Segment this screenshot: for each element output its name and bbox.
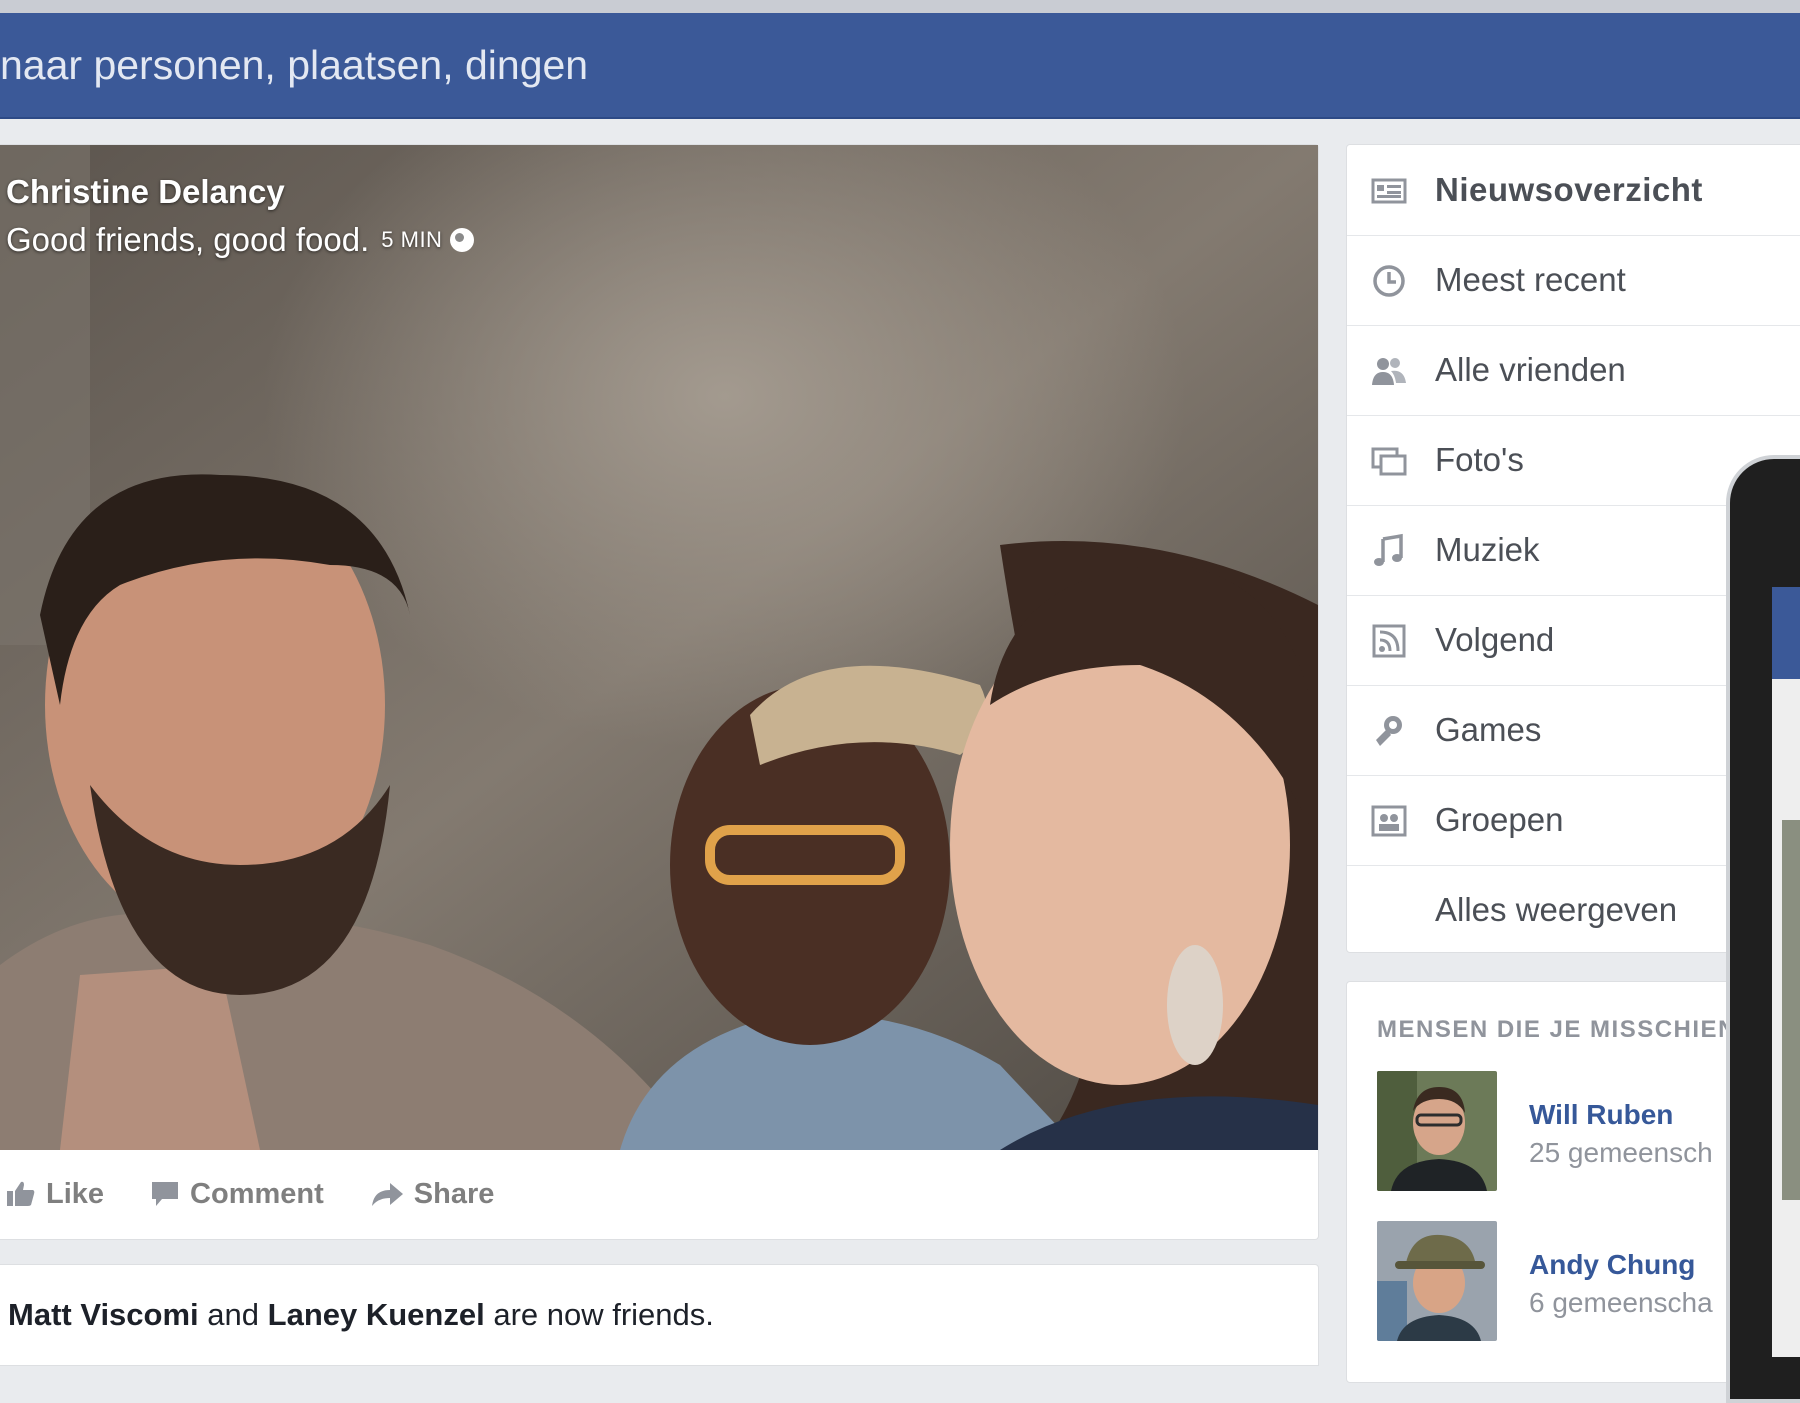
post-header: Christine Delancy Good friends, good foo… — [6, 173, 475, 259]
top-navigation-bar — [0, 13, 1800, 119]
clock-icon — [1373, 265, 1405, 297]
sidebar-item-label: Games — [1435, 711, 1542, 748]
browser-chrome-strip — [0, 0, 1800, 13]
news-feed-icon — [1371, 178, 1407, 204]
avatar[interactable] — [1377, 1221, 1497, 1341]
share-button[interactable]: Share — [370, 1177, 495, 1211]
phone-topbar — [1772, 587, 1800, 679]
comment-icon — [152, 1182, 179, 1206]
groups-icon — [1371, 805, 1407, 837]
friends-icon — [1372, 358, 1406, 385]
sidebar-item-label: Muziek — [1435, 531, 1540, 568]
connector-text: and — [207, 1297, 260, 1332]
sidebar-item-label: Alles weergeven — [1435, 891, 1678, 928]
sidebar-item-label: Alle vrienden — [1435, 351, 1626, 388]
post-timestamp[interactable]: 5 MIN — [381, 227, 442, 253]
pymk-mutual-friends[interactable]: 25 gemeensch — [1529, 1137, 1713, 1169]
like-label: Like — [46, 1177, 105, 1210]
sidebar-item-label: Volgend — [1435, 621, 1555, 658]
sidebar-item-label: Groepen — [1435, 801, 1564, 838]
friendship-suffix: are now friends. — [493, 1297, 714, 1332]
post-author-name[interactable]: Christine Delancy — [6, 173, 474, 211]
friend-name-1[interactable]: Matt Viscomi — [8, 1297, 199, 1332]
pymk-title: MENSEN DIE JE MISSCHIEN K — [1377, 1016, 1764, 1043]
sidebar-item-label: Meest recent — [1435, 261, 1626, 298]
comment-label: Comment — [190, 1177, 324, 1210]
music-icon — [1374, 533, 1403, 566]
feed-post: Christine Delancy Good friends, good foo… — [0, 144, 1319, 1240]
search-input[interactable] — [0, 35, 1160, 95]
following-icon — [1372, 624, 1406, 658]
photos-icon — [1371, 447, 1407, 476]
post-text: Good friends, good food. — [6, 221, 370, 258]
sidebar-item-label: Nieuwsoverzicht — [1435, 171, 1703, 208]
sidebar-item-label: Foto's — [1435, 441, 1524, 478]
sidebar-item-news-feed[interactable]: Nieuwsoverzicht — [1347, 145, 1800, 236]
pymk-person-name[interactable]: Will Ruben — [1529, 1099, 1673, 1131]
like-button[interactable]: Like — [6, 1178, 104, 1211]
avatar-image — [1377, 1071, 1497, 1191]
games-icon — [1376, 716, 1402, 746]
friendship-text: Matt Viscomi and Laney Kuenzel are now f… — [8, 1297, 714, 1333]
post-photo-image — [0, 145, 1318, 1150]
pymk-person-name[interactable]: Andy Chung — [1529, 1249, 1695, 1281]
friendship-story: Matt Viscomi and Laney Kuenzel are now f… — [0, 1264, 1319, 1366]
comment-button[interactable]: Comment — [150, 1178, 324, 1211]
avatar[interactable] — [1377, 1071, 1497, 1191]
thumbs-up-icon — [7, 1181, 35, 1206]
avatar-image — [1377, 1221, 1497, 1341]
phone-feed-image — [1782, 820, 1800, 1200]
pymk-mutual-friends[interactable]: 6 gemeenscha — [1529, 1287, 1713, 1319]
post-actions: Like Comment Share — [0, 1150, 1318, 1238]
sidebar-item-most-recent[interactable]: Meest recent — [1347, 235, 1800, 326]
post-caption-line: Good friends, good food. 5 MIN — [6, 221, 475, 259]
globe-icon[interactable] — [450, 228, 475, 252]
post-photo[interactable]: Christine Delancy Good friends, good foo… — [0, 145, 1318, 1150]
sidebar-item-all-friends[interactable]: Alle vrienden — [1347, 325, 1800, 416]
share-icon — [371, 1183, 403, 1206]
friend-name-2[interactable]: Laney Kuenzel — [268, 1297, 485, 1332]
share-label: Share — [413, 1177, 495, 1210]
